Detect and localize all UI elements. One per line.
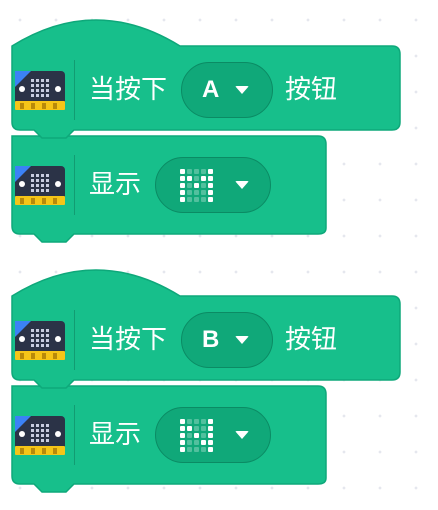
led-cell — [180, 175, 186, 181]
separator — [74, 60, 75, 120]
display-row: 显示 — [12, 405, 272, 465]
when-pressed-label: 当按下 — [89, 75, 168, 105]
led-cell — [201, 182, 207, 188]
led-cell — [208, 196, 214, 202]
led-cell — [187, 189, 193, 195]
led-cell — [180, 446, 186, 452]
button-label: 按钮 — [285, 325, 338, 355]
led-cell — [201, 196, 207, 202]
caret-down-icon — [235, 336, 250, 344]
button-value: B — [202, 326, 220, 353]
led-cell — [194, 418, 200, 424]
microbit-board-icon — [12, 314, 68, 366]
led-cell — [180, 196, 186, 202]
led-cell — [208, 189, 214, 195]
led-cell — [180, 418, 186, 424]
led-cell — [180, 432, 186, 438]
button-select-dropdown[interactable]: A — [181, 62, 274, 118]
led-cell — [180, 439, 186, 445]
separator — [74, 310, 75, 370]
led-cell — [180, 168, 186, 174]
led-cell — [194, 425, 200, 431]
led-cell — [201, 446, 207, 452]
hat-row: 当按下 B 按钮 — [12, 310, 337, 370]
caret-down-icon — [235, 181, 250, 189]
led-cell — [194, 168, 200, 174]
led-cell — [187, 168, 193, 174]
microbit-board-icon — [12, 409, 68, 461]
led-cell — [208, 182, 214, 188]
led-cell — [201, 425, 207, 431]
led-matrix-preview — [180, 418, 214, 452]
led-cell — [194, 189, 200, 195]
hat-row: 当按下 A 按钮 — [12, 60, 337, 120]
led-matrix-dropdown[interactable] — [155, 407, 272, 463]
led-cell — [201, 175, 207, 181]
led-cell — [187, 446, 193, 452]
display-row: 显示 — [12, 155, 272, 215]
led-cell — [180, 425, 186, 431]
led-cell — [208, 175, 214, 181]
led-matrix-preview — [180, 168, 214, 202]
led-cell — [208, 425, 214, 431]
led-cell — [201, 439, 207, 445]
led-cell — [187, 418, 193, 424]
led-cell — [194, 182, 200, 188]
led-cell — [180, 182, 186, 188]
led-cell — [208, 168, 214, 174]
caret-down-icon — [235, 86, 250, 94]
led-cell — [201, 189, 207, 195]
led-cell — [194, 175, 200, 181]
button-value: A — [202, 76, 220, 103]
led-cell — [180, 189, 186, 195]
led-cell — [208, 418, 214, 424]
led-cell — [187, 425, 193, 431]
microbit-board-icon — [12, 64, 68, 116]
led-cell — [208, 439, 214, 445]
microbit-board-icon — [12, 159, 68, 211]
led-cell — [208, 446, 214, 452]
led-cell — [201, 168, 207, 174]
display-label: 显示 — [89, 170, 142, 200]
led-cell — [194, 196, 200, 202]
led-cell — [194, 446, 200, 452]
button-select-dropdown[interactable]: B — [181, 312, 274, 368]
when-pressed-label: 当按下 — [89, 325, 168, 355]
led-cell — [187, 432, 193, 438]
caret-down-icon — [235, 431, 250, 439]
led-cell — [194, 439, 200, 445]
led-cell — [194, 432, 200, 438]
separator — [74, 405, 75, 465]
separator — [74, 155, 75, 215]
led-cell — [208, 432, 214, 438]
led-cell — [187, 196, 193, 202]
display-label: 显示 — [89, 420, 142, 450]
led-cell — [201, 432, 207, 438]
led-cell — [187, 175, 193, 181]
led-cell — [187, 182, 193, 188]
button-label: 按钮 — [285, 75, 338, 105]
led-matrix-dropdown[interactable] — [155, 157, 272, 213]
led-cell — [201, 418, 207, 424]
led-cell — [187, 439, 193, 445]
